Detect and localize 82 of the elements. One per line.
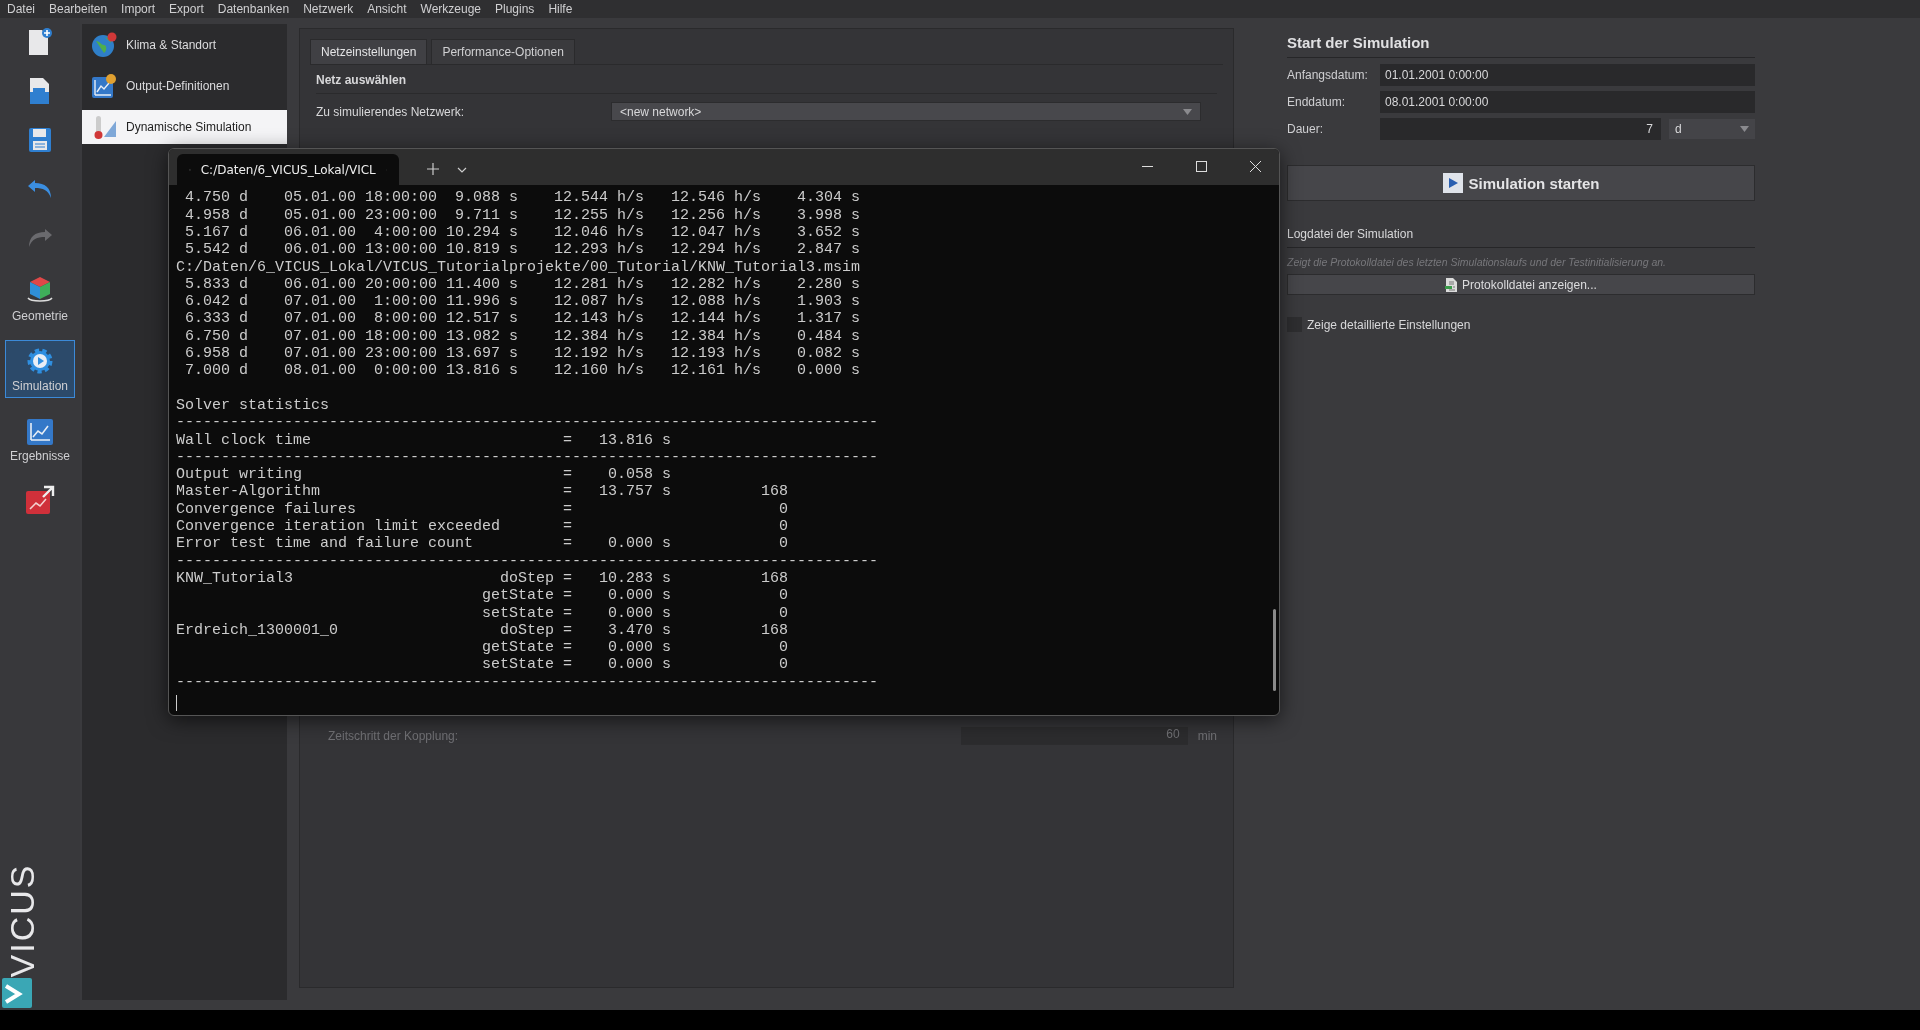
terminal-line: Master-Algorithm = 13.757 s 168 — [176, 483, 789, 501]
terminal-line: ------------------------------------------------------------------------------ — [176, 552, 879, 570]
new-tab-icon[interactable] — [427, 163, 439, 176]
terminal-line: ------------------------------------------------------------------------------ — [176, 673, 879, 691]
menu-item[interactable]: Netzwerk — [303, 2, 354, 16]
dropdown-arrow-icon — [1183, 108, 1192, 115]
tab[interactable]: Netzeinstellungen — [310, 39, 428, 64]
terminal-line: KNW_Tutorial3 doStep = 10.283 s 168 — [176, 569, 789, 588]
document-icon — [1445, 277, 1458, 292]
hint-text: Zeigt die Protokolldatei des letzten Simulationslaufs und der Testinitialisierung an. — [1287, 256, 1667, 268]
section-heading: Netz auswählen — [316, 73, 1217, 94]
scrollbar-thumb[interactable] — [1273, 609, 1276, 692]
field-label: Dauer: — [1287, 122, 1325, 136]
menu-item[interactable]: Datei — [7, 2, 35, 16]
field-label: Enddatum: — [1287, 95, 1347, 109]
start-simulation-button[interactable]: Simulation starten — [1287, 165, 1755, 201]
section-title: Logdatei der Simulation — [1287, 227, 1415, 243]
network-dropdown[interactable]: <new network> — [611, 102, 1201, 121]
chart-gear-icon — [90, 72, 118, 100]
unit-dropdown[interactable]: d — [1669, 119, 1755, 139]
terminal-line: Wall clock time = 13.816 s — [176, 431, 672, 449]
text-cursor — [176, 695, 177, 711]
terminal-line: 7.000 d 08.01.00 0:00:00 13.816 s 12.160 h/s 12.161 h/s 0.000 s — [184, 362, 861, 380]
menu-item[interactable]: Ansicht — [367, 2, 407, 16]
terminal-line: getState = 0.000 s 0 — [481, 587, 789, 605]
terminal-line: 5.167 d 06.01.00 4:00:00 10.294 s 12.046 h/s 12.047 h/s 3.652 s — [184, 224, 861, 242]
logo-wordmark: VICUS — [3, 863, 43, 978]
maximize-icon[interactable] — [1196, 161, 1207, 173]
toolbar-button[interactable]: Ergebnisse — [5, 411, 75, 469]
detail-checkbox-row[interactable]: Zeige detaillierte Einstellungen — [1287, 317, 1755, 332]
terminal-line: Erdreich_1300001_0 doStep = 3.470 s 168 — [176, 621, 789, 640]
close-icon[interactable] — [1250, 161, 1261, 173]
toolbar-button[interactable]: Geometrie — [5, 269, 75, 327]
terminal-line: setState = 0.000 s 0 — [481, 604, 789, 622]
line-chart-icon — [26, 417, 54, 446]
network-label: Zu simulierendes Netzwerk: — [316, 104, 466, 119]
menu-item[interactable]: Plugins — [495, 2, 535, 16]
terminal-line: Solver statistics — [176, 396, 330, 415]
terminal-line: setState = 0.000 s 0 — [481, 656, 789, 674]
logo-icon — [2, 978, 32, 1008]
toolbar-button[interactable]: Simulation — [5, 340, 75, 398]
terminal-line: Convergence failures = 0 — [176, 500, 789, 519]
section-title: Start der Simulation — [1287, 34, 1431, 53]
menu-item[interactable]: Export — [169, 2, 204, 16]
terminal-tab[interactable]: C:/Daten/6_VICUS_Lokal/VICL — [177, 154, 399, 186]
show-log-button[interactable]: Protokolldatei anzeigen... — [1287, 274, 1755, 295]
terminal-line: 4.958 d 05.01.00 23:00:00 9.711 s 12.255 h/s 12.256 h/s 3.998 s — [184, 206, 861, 224]
terminal-line: getState = 0.000 s 0 — [481, 639, 789, 657]
menu-item[interactable]: Import — [121, 2, 156, 16]
dropdown-arrow-icon — [1740, 126, 1749, 132]
menu-item[interactable]: Datenbanken — [217, 2, 290, 16]
navigation-item[interactable]: Dynamische Simulation — [82, 110, 287, 144]
terminal-line: 6.958 d 07.01.00 23:00:00 13.697 s 12.192 h/s 12.193 h/s 0.082 s — [184, 345, 861, 363]
terminal-line: Convergence iteration limit exceeded = 0 — [176, 518, 789, 536]
terminal-line: 6.750 d 07.01.00 18:00:00 13.082 s 12.384 h/s 12.384 h/s 0.484 s — [184, 327, 861, 346]
navigation-item[interactable]: Output-Definitionen — [82, 69, 287, 103]
field-label: Anfangsdatum: — [1287, 68, 1369, 82]
terminal-line: Output writing = 0.058 s — [176, 466, 672, 484]
terminal-line: 6.042 d 07.01.00 1:00:00 11.996 s 12.087 h/s 12.088 h/s 1.903 s — [184, 293, 861, 311]
globe-icon — [90, 31, 118, 59]
play-icon — [1442, 173, 1463, 193]
terminal-line: 5.542 d 06.01.00 13:00:00 10.819 s 12.293 h/s 12.294 h/s 2.847 s — [184, 241, 861, 259]
menu-item[interactable]: Bearbeiten — [49, 2, 108, 16]
new-document-icon — [27, 27, 53, 57]
tab[interactable]: Performance-Optionen — [431, 39, 575, 64]
terminal-line: ------------------------------------------------------------------------------ — [176, 414, 879, 432]
navigation-item[interactable]: Klima & Standort — [82, 28, 287, 62]
chevron-down-icon[interactable] — [457, 167, 467, 174]
terminal-line: 4.750 d 05.01.00 18:00:00 9.088 s 12.544 h/s 12.546 h/s 4.304 s — [184, 189, 861, 207]
duration-field[interactable]: 7 — [1380, 118, 1661, 140]
unit-label: min — [1197, 729, 1217, 743]
coupling-label: Zeitschritt der Kopplung: — [327, 729, 460, 743]
chart-export-icon — [24, 484, 56, 516]
terminal-line: 6.333 d 07.01.00 8:00:00 12.517 s 12.143 h/s 12.144 h/s 1.317 s — [184, 310, 861, 328]
terminal-line: Error test time and failure count = 0.000 s 0 — [176, 535, 789, 553]
menu-item[interactable]: Werkzeuge — [420, 2, 481, 16]
terminal-line: C:/Daten/6_VICUS_Lokal/VICUS_Tutorialprojekte/00_Tutorial/KNW_Tutorial3.msim — [176, 258, 861, 276]
date-field[interactable]: 01.01.2001 0:00:00 — [1380, 64, 1755, 86]
menu-item[interactable]: Hilfe — [548, 2, 573, 16]
terminal-line: ------------------------------------------------------------------------------ — [176, 448, 879, 467]
terminal-line: 5.833 d 06.01.00 20:00:00 11.400 s 12.281 h/s 12.282 h/s 2.280 s — [184, 275, 861, 294]
date-field[interactable]: 08.01.2001 0:00:00 — [1380, 91, 1755, 113]
